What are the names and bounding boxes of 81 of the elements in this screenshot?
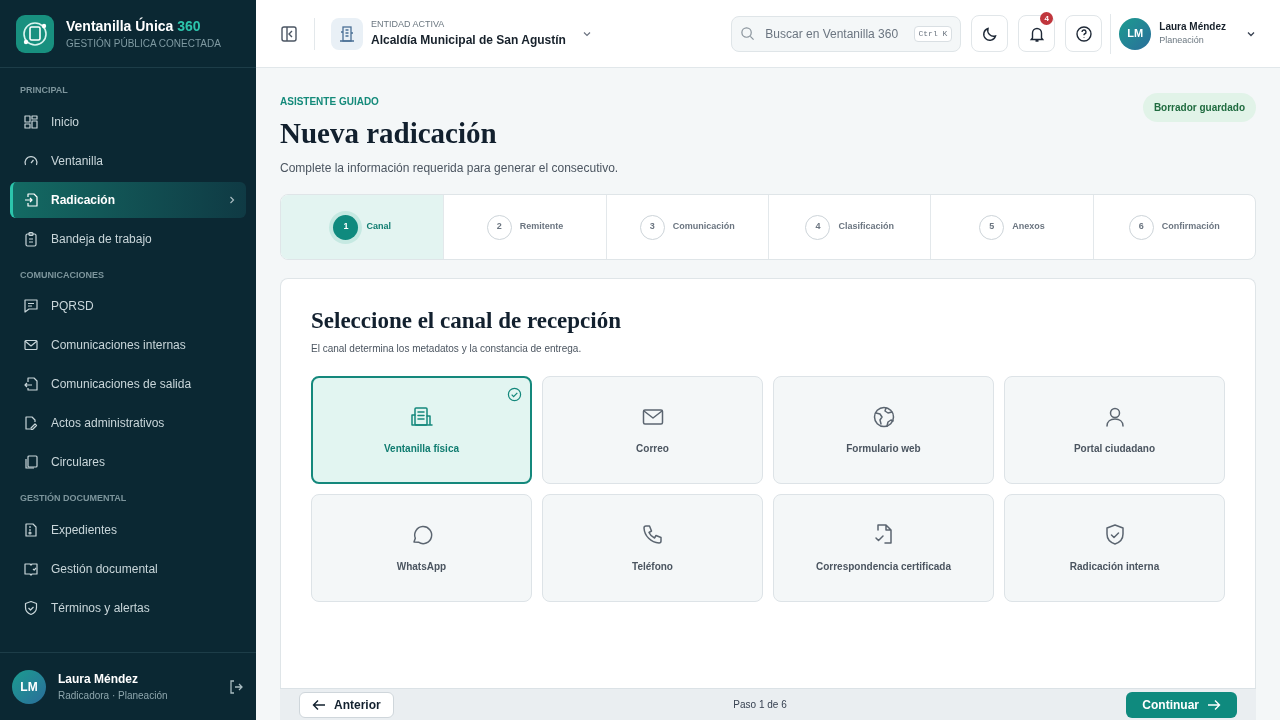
entity-name[interactable]: Alcaldía Municipal de San Agustín: [371, 31, 566, 50]
notifications-button[interactable]: 4: [1018, 15, 1056, 52]
grid-icon: [23, 113, 39, 130]
nav-item[interactable]: Comunicaciones internas: [10, 327, 246, 363]
status-badge: Borrador guardado: [1142, 93, 1256, 122]
wizard-step[interactable]: 6 Confirmación: [1092, 195, 1255, 259]
clipboard-icon: [23, 230, 39, 247]
logo-icon: [16, 14, 54, 53]
panel-subtitle: El canal determina los metadatos y la constancia de entrega.: [311, 342, 583, 356]
file-edit-icon: [23, 415, 39, 431]
wizard-step[interactable]: 5 Anexos: [930, 195, 1093, 259]
channel-option[interactable]: Correspondencia certificada: [773, 494, 994, 602]
help-button[interactable]: [1065, 15, 1103, 52]
channel-option[interactable]: Correo: [542, 376, 763, 484]
file-export-icon: [23, 376, 39, 392]
shield-check-icon: [23, 599, 39, 616]
nav-item[interactable]: PQRSD: [10, 288, 246, 324]
user-name: Laura Méndez: [1159, 20, 1226, 35]
arrow-right-icon: [1207, 698, 1221, 711]
building-icon: [409, 404, 434, 429]
step-number: 5: [979, 214, 1005, 240]
arrow-left-icon: [312, 698, 326, 711]
channel-option[interactable]: Radicación interna: [1004, 494, 1225, 602]
user-avatar: LM: [12, 669, 46, 704]
phone-icon: [640, 522, 665, 547]
check-circle-icon: [507, 387, 522, 402]
brand-name: Ventanilla Única 360: [66, 16, 202, 36]
brand-tagline: GESTIÓN PÚBLICA CONECTADA: [66, 36, 221, 51]
page-title: Nueva radicación: [280, 116, 498, 151]
nav-item[interactable]: Expedientes: [10, 511, 246, 548]
eyebrow-label: ASISTENTE GUIADO: [280, 95, 380, 109]
chevron-right-icon: [228, 194, 236, 205]
panel-title: Seleccione el canal de recepción: [311, 307, 622, 335]
channel-option[interactable]: Formulario web: [773, 376, 994, 484]
entity-label: ENTIDAD ACTIVA: [371, 17, 446, 31]
book-check-icon: [23, 560, 39, 577]
theme-toggle-button[interactable]: [971, 15, 1009, 52]
page-subtitle: Complete la información requerida para generar el consecutivo.: [280, 160, 619, 177]
step-number: 6: [1128, 214, 1154, 240]
user-name: Laura Méndez: [58, 671, 139, 688]
channel-option[interactable]: Ventanilla física: [311, 376, 532, 484]
channel-option[interactable]: Teléfono: [542, 494, 763, 602]
wizard-step[interactable]: 1 Canal: [281, 195, 444, 259]
search-icon: [740, 25, 756, 41]
file-import-icon: [23, 191, 39, 208]
nav-item[interactable]: Ventanilla: [10, 142, 246, 179]
section-heading: PRINCIPAL: [19, 84, 69, 97]
nav-item[interactable]: Actos administrativos: [10, 405, 246, 441]
logout-icon[interactable]: [228, 678, 244, 695]
section-heading: GESTIÓN DOCUMENTAL: [19, 492, 128, 505]
globe-icon: [871, 404, 896, 429]
step-number: 4: [805, 214, 831, 240]
notification-count: 4: [1040, 12, 1054, 25]
step-counter: Paso 1 de 6: [733, 698, 787, 712]
wizard-step[interactable]: 2 Remitente: [443, 195, 606, 259]
step-number: 2: [486, 214, 512, 240]
building-icon: [338, 24, 356, 43]
section-heading: COMUNICACIONES: [19, 268, 105, 282]
user-area: Planeación: [1159, 34, 1226, 48]
help-icon: [1074, 24, 1093, 43]
back-button[interactable]: Anterior: [299, 691, 394, 718]
nav-item[interactable]: Gestión documental: [10, 550, 246, 587]
wizard-step[interactable]: 3 Comunicación: [605, 195, 768, 259]
nav-item[interactable]: Radicación: [10, 181, 246, 218]
channel-option[interactable]: WhatsApp: [311, 494, 532, 602]
user-avatar[interactable]: LM: [1119, 17, 1152, 50]
file-zip-icon: [23, 521, 39, 538]
message-icon: [23, 298, 39, 314]
user-role: Radicadora · Planeación: [58, 689, 169, 703]
continue-button[interactable]: Continuar: [1126, 691, 1237, 718]
sidebar-toggle-icon[interactable]: [280, 24, 298, 43]
nav-item[interactable]: Comunicaciones de salida: [10, 366, 246, 402]
wizard-step[interactable]: 4 Clasificación: [768, 195, 931, 259]
mail-icon: [23, 337, 39, 353]
nav-item[interactable]: Inicio: [10, 103, 246, 140]
nav-item[interactable]: Bandeja de trabajo: [10, 220, 246, 257]
channel-option[interactable]: Portal ciudadano: [1004, 376, 1225, 484]
copy-icon: [23, 454, 39, 470]
nav-item[interactable]: Términos y alertas: [10, 589, 246, 626]
step-number: 3: [639, 214, 665, 240]
nav-item[interactable]: Circulares: [10, 444, 246, 480]
